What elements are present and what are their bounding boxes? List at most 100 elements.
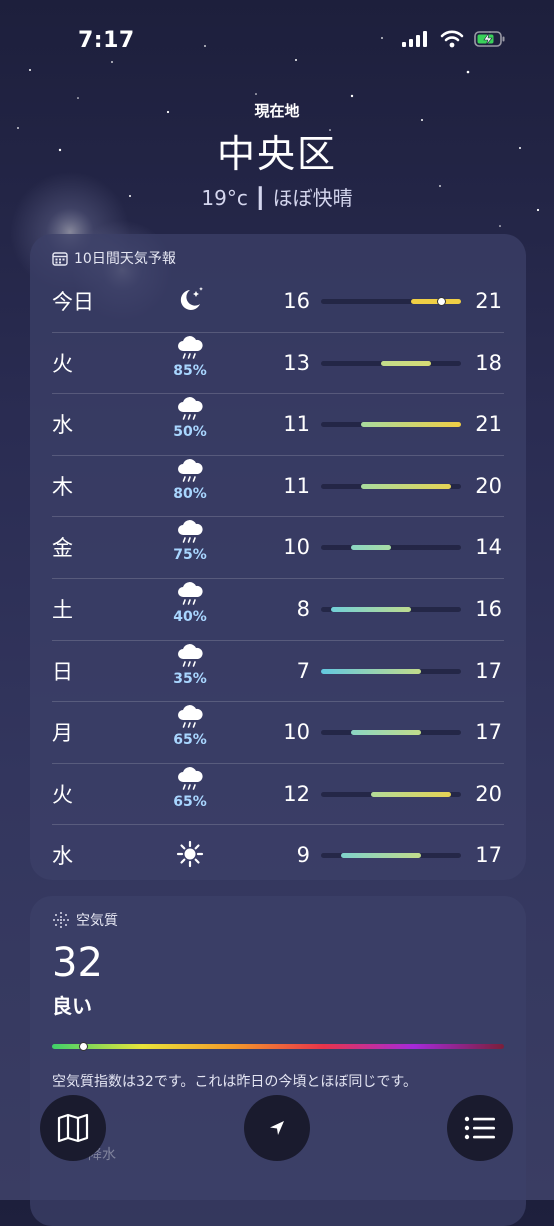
status-bar: 7:17 [0,0,554,80]
battery-charging-icon [474,31,505,47]
aqi-category: 良い [52,994,92,1018]
status-icons [402,30,506,48]
forecast-row: 水 50% 11 21 [30,393,526,455]
high-temp: 17 [475,658,502,683]
location-list-button[interactable] [447,1095,513,1161]
row-divider [52,331,504,333]
row-divider [52,578,504,579]
day-label: 金 [52,536,73,561]
weather-cell: 65% [172,766,208,810]
temp-range-track [321,545,461,551]
weather-cell: 40% [172,582,208,625]
current-conditions: 19°c ┃ ほぼ快晴 [201,186,353,210]
high-temp: 18 [475,350,502,375]
low-temp: 16 [283,289,310,313]
high-temp: 20 [475,781,502,806]
temp-range-bar [381,360,431,366]
weather-cell: 85% [172,335,208,379]
city-name: 中央区 [216,132,337,176]
weather-cell: 65% [172,705,208,748]
location-label: 現在地 [254,102,300,120]
aqi-indicator-dot [79,1042,89,1051]
day-label: 木 [52,474,73,499]
forecast-card-title: 10日間天気予報 [74,251,176,267]
forecast-row: 今日 16 21 [30,270,526,332]
precip-chance: 75% [173,547,207,564]
temp-range-track [321,730,461,736]
temp-range-bar [371,791,451,797]
air-quality-icon [53,912,69,928]
row-divider [52,824,504,826]
row-divider [52,762,504,764]
day-label: 今日 [52,290,94,314]
day-label: 土 [52,598,73,622]
row-divider [52,516,504,518]
cloud-rain-icon [172,520,208,546]
cloud-rain-icon [172,335,208,362]
temp-range-bar [351,545,391,551]
row-divider [52,639,504,641]
day-label: 日 [52,659,73,684]
temp-range-track [321,297,461,306]
high-temp: 17 [475,720,502,745]
cloud-rain-icon [172,643,208,670]
weather-cell [172,840,208,868]
aq-card-header: 空気質 [52,910,118,930]
cloud-rain-icon [172,397,208,423]
high-temp: 21 [475,412,502,437]
forecast-row: 火 65% 12 20 [30,762,526,825]
high-temp: 14 [475,535,502,560]
high-temp: 20 [475,473,502,498]
location-arrow-icon [270,1121,284,1135]
temp-range-track [321,422,461,428]
precip-chance: 80% [173,485,207,502]
day-label: 月 [52,721,73,746]
temp-range-track [321,853,461,859]
cloud-rain-icon [172,582,208,608]
weather-cell: 35% [172,643,208,687]
temp-range-bar [321,668,421,674]
forecast-card-header: 10日間天気予報 [52,248,176,268]
high-temp: 16 [475,597,502,621]
weather-cell [172,286,208,314]
cloud-rain-icon [172,766,208,793]
temp-range-track [321,607,461,612]
temp-range-bar [361,483,451,489]
aqi-description: 空気質指数は32です。これは昨日の今頃とほぼ同じです。 [52,1074,418,1090]
forecast-row: 水 9 17 [30,824,526,886]
forecast-row: 木 80% 11 20 [30,454,526,517]
temp-range-track [321,483,461,489]
temp-range-track [321,791,461,797]
forecast-row: 金 75% 10 14 [30,516,526,578]
high-temp: 21 [475,289,502,313]
location-header: 現在地 中央区 19°c ┃ ほぼ快晴 [0,100,554,211]
temp-range-track [321,360,461,366]
day-label: 火 [52,782,73,807]
temp-range-bar [361,422,461,428]
low-temp: 10 [283,720,310,745]
aq-card-title: 空気質 [76,913,118,929]
low-temp: 11 [283,473,310,498]
aqi-scale-bar [52,1042,504,1051]
weather-cell: 50% [172,397,208,440]
row-divider [52,454,504,456]
forecast-row: 月 65% 10 17 [30,701,526,763]
precip-chance: 85% [173,362,207,379]
temp-range-bar [341,853,421,859]
precip-chance: 40% [173,609,207,625]
temp-range-bar [331,607,411,612]
forecast-row: 日 35% 7 17 [30,639,526,702]
ten-day-forecast-card[interactable]: 10日間天気予報 今日 16 21 火 85% 13 18 水 50% 11 21 木 80% 11 20 金… [30,234,526,880]
cloud-rain-icon [172,458,208,485]
low-temp: 7 [296,658,310,683]
map-icon [57,1113,89,1143]
precip-chance: 35% [173,670,207,687]
list-icon [464,1116,495,1140]
moon-stars-icon [172,286,208,314]
low-temp: 10 [283,535,310,560]
aqi-value: 32 [52,940,103,986]
temp-range-track [321,668,461,674]
current-location-button[interactable] [244,1095,310,1161]
map-button[interactable] [40,1095,106,1161]
air-quality-card[interactable]: 空気質 32 良い 空気質指数は32です。これは昨日の今頃とほぼ同じです。 降水 [30,896,526,1226]
